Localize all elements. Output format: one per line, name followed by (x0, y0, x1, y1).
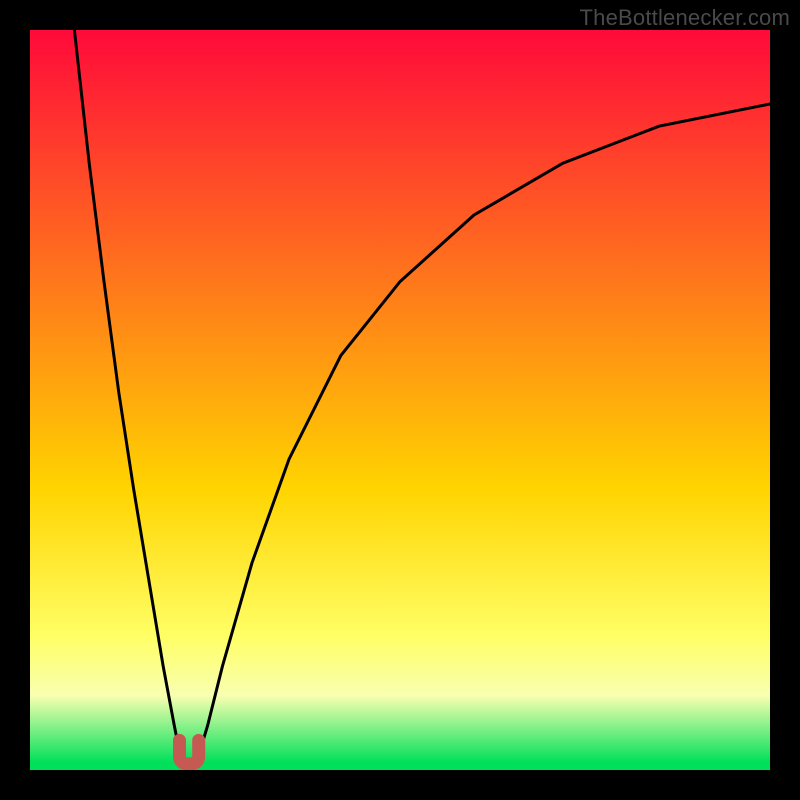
outer-frame: TheBottlenecker.com (0, 0, 800, 800)
bottleneck-chart (30, 30, 770, 770)
gradient-background (30, 30, 770, 770)
attribution-text: TheBottlenecker.com (580, 5, 790, 31)
plot-area (30, 30, 770, 770)
